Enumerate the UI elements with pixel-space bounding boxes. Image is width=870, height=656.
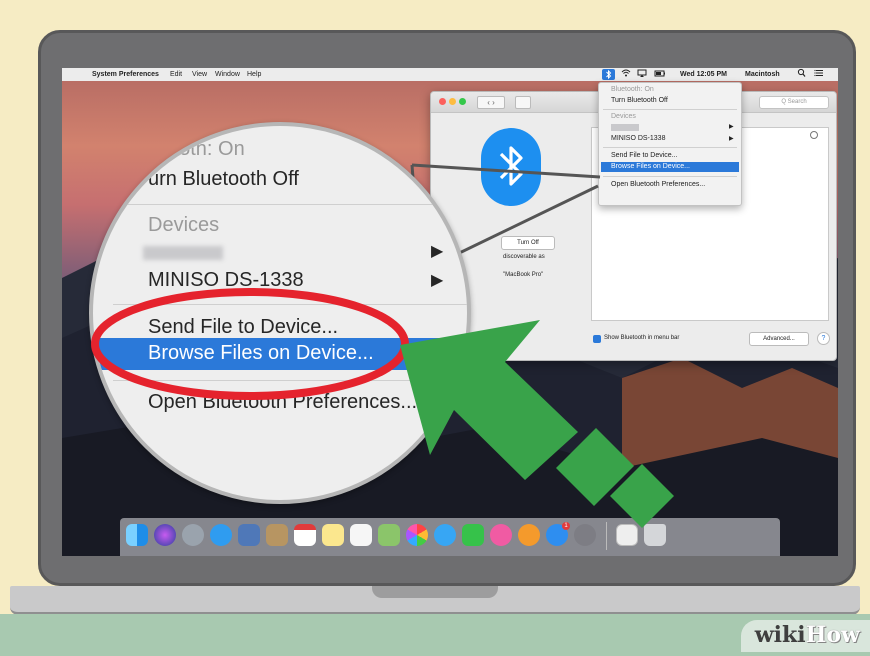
- green-arrow-icon: [400, 320, 578, 480]
- watermark-wiki: wiki: [754, 622, 806, 648]
- watermark-how: How: [805, 622, 860, 648]
- red-highlight-ellipse: [91, 288, 409, 400]
- wikihow-watermark: wikiHow: [740, 620, 870, 652]
